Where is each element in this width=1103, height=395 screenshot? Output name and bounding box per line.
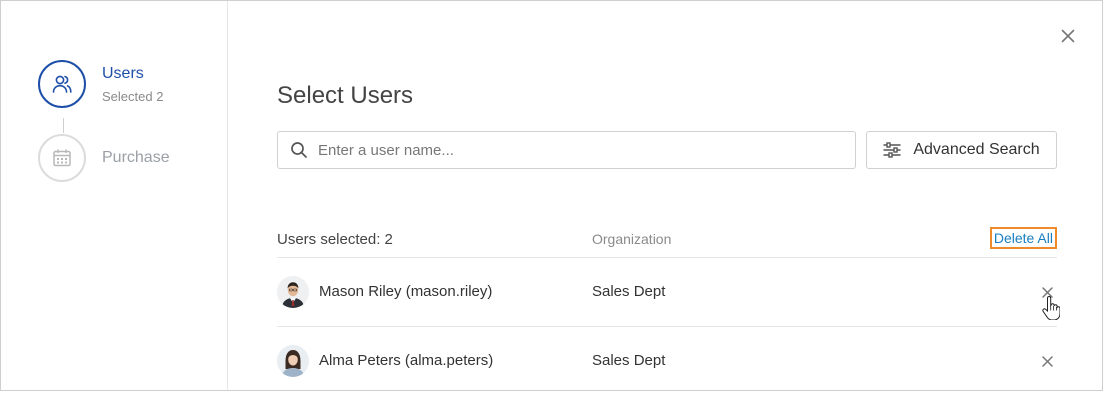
advanced-search-button[interactable]: Advanced Search: [866, 131, 1057, 169]
step-users-subtitle: Selected 2: [102, 89, 164, 104]
remove-user-button[interactable]: [1039, 353, 1055, 369]
step-users[interactable]: Users Selected 2: [38, 60, 163, 108]
step-users-circle: [38, 60, 86, 108]
sliders-icon: [883, 142, 902, 158]
user-name: Mason Riley (mason.riley): [319, 283, 493, 300]
avatar: [277, 345, 309, 377]
search-box[interactable]: [277, 131, 856, 169]
calendar-icon: [53, 149, 71, 167]
users-selected-count: Users selected: 2: [277, 231, 393, 248]
search-input[interactable]: [316, 140, 855, 160]
close-button[interactable]: [1058, 26, 1078, 46]
delete-all-link[interactable]: Delete All: [989, 227, 1057, 249]
close-icon: [1041, 355, 1053, 367]
step-users-text: Users Selected 2: [102, 64, 163, 104]
dialog: Users Selected 2 Purchase Select Users E…: [0, 0, 1103, 391]
step-purchase-label: Purchase: [102, 149, 170, 166]
user-row: Alma Peters (alma.peters) Sales Dept: [277, 327, 1057, 395]
hand-cursor-icon: [1042, 295, 1061, 325]
users-icon: [52, 75, 72, 93]
wizard-sidebar: Users Selected 2 Purchase: [1, 1, 228, 390]
step-purchase-circle: [38, 134, 86, 182]
user-organization: Sales Dept: [592, 283, 666, 300]
page-title: Select Users: [277, 82, 414, 109]
step-purchase[interactable]: Purchase: [38, 134, 170, 182]
step-purchase-text: Purchase: [102, 149, 170, 167]
list-header: Users selected: 2 Organization Delete Al…: [277, 227, 1057, 258]
avatar: [277, 276, 309, 308]
step-connector: [63, 118, 64, 133]
search-icon: [290, 141, 308, 159]
advanced-search-label: Advanced Search: [913, 141, 1040, 158]
close-icon: [1061, 29, 1075, 43]
user-name: Alma Peters (alma.peters): [319, 352, 494, 369]
step-users-label: Users: [102, 65, 144, 82]
organization-column-header: Organization: [592, 231, 672, 247]
user-organization: Sales Dept: [592, 352, 666, 369]
user-row: Mason Riley (mason.riley) Sales Dept: [277, 258, 1057, 327]
